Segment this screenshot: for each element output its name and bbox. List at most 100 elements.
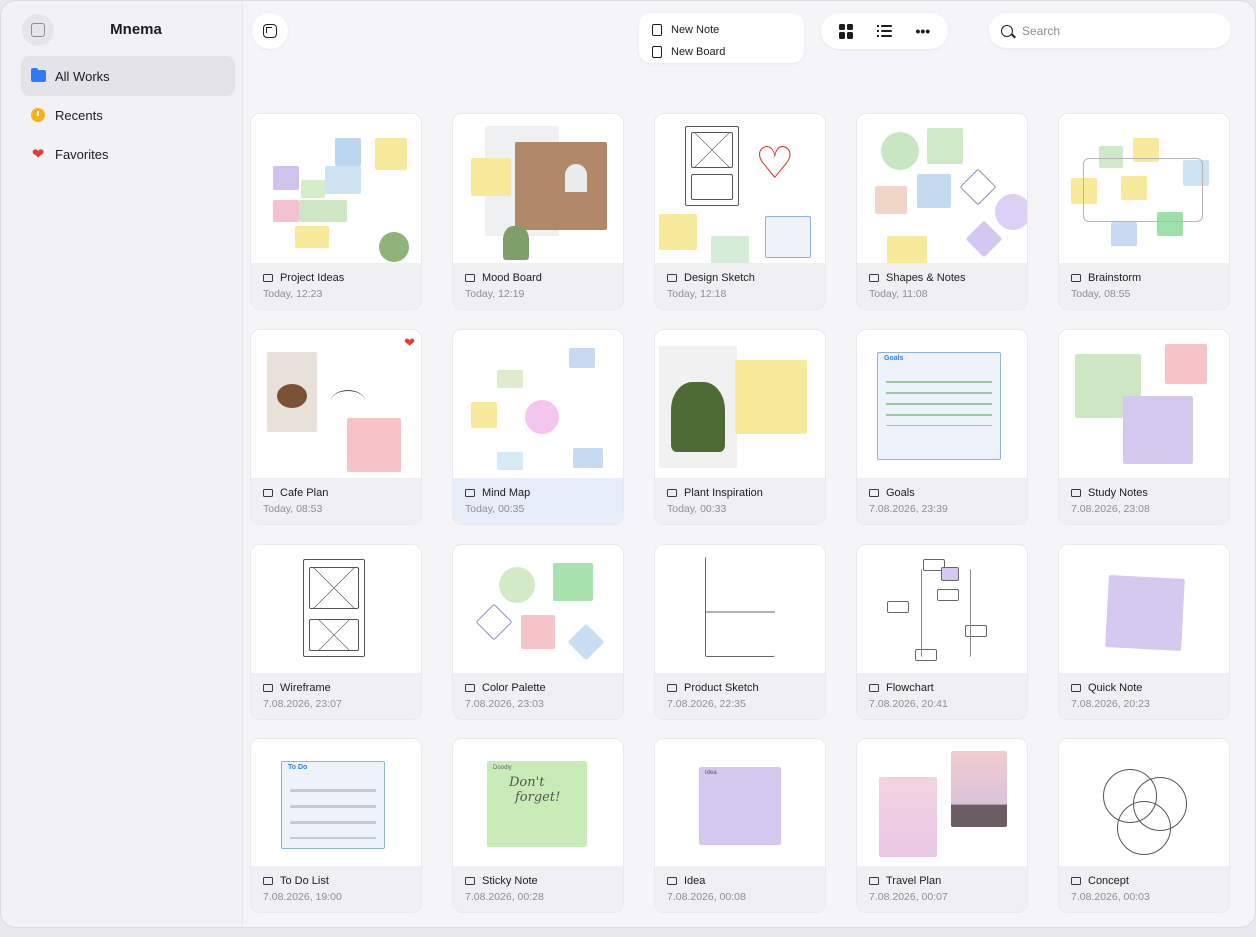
card-meta: Wireframe 7.08.2026, 23:07 [251, 673, 421, 719]
work-card-concept[interactable]: Concept 7.08.2026, 00:03 [1058, 738, 1230, 913]
card-date: 7.08.2026, 00:07 [869, 891, 948, 903]
goals-heading: Goals [884, 355, 904, 362]
sidebar-item-favorites[interactable]: ❤ Favorites [21, 134, 235, 174]
card-date: Today, 08:55 [1071, 288, 1131, 300]
card-meta: Design Sketch Today, 12:18 [655, 263, 825, 309]
work-card-brainstorm[interactable]: Brainstorm Today, 08:55 [1058, 113, 1230, 310]
sidebar-item-recents[interactable]: Recents [21, 95, 235, 135]
work-card-study-notes[interactable]: Study Notes 7.08.2026, 23:08 [1058, 329, 1230, 525]
grid-view-button[interactable] [831, 19, 861, 43]
new-board-item[interactable]: New Board [652, 41, 804, 63]
work-card-idea[interactable]: Idea Idea 7.08.2026, 00:08 [654, 738, 826, 913]
list-view-button[interactable] [869, 19, 899, 43]
work-card-cafe-plan[interactable]: ❤ Cafe Plan Today, 08:53 [250, 329, 422, 525]
favorite-heart-icon[interactable]: ❤ [404, 335, 415, 351]
card-thumbnail [1059, 114, 1229, 265]
card-date: 7.08.2026, 20:23 [1071, 698, 1150, 710]
work-card-goals[interactable]: Goals Goals 7.08.2026, 23:39 [856, 329, 1028, 525]
folder-icon [869, 684, 879, 692]
todo-heading: To Do [288, 764, 308, 771]
folder-icon [263, 877, 273, 885]
more-icon: ••• [915, 23, 931, 39]
card-meta: Travel Plan 7.08.2026, 00:07 [857, 866, 1027, 912]
card-date: Today, 12:23 [263, 288, 323, 300]
card-date: 7.08.2026, 20:41 [869, 698, 948, 710]
folder-icon [1071, 274, 1081, 282]
new-note-label: New Note [671, 24, 720, 36]
folder-icon [263, 489, 273, 497]
card-date: 7.08.2026, 19:00 [263, 891, 342, 903]
card-thumbnail: Doodly Don't forget! [453, 739, 623, 868]
card-thumbnail [453, 545, 623, 675]
card-date: Today, 00:35 [465, 503, 525, 515]
work-card-mood-board[interactable]: Mood Board Today, 12:19 [452, 113, 624, 310]
card-title: Concept [1088, 875, 1129, 887]
card-meta: Idea 7.08.2026, 00:08 [655, 866, 825, 912]
card-thumbnail [857, 739, 1027, 868]
card-thumbnail [453, 114, 623, 265]
card-date: Today, 08:53 [263, 503, 323, 515]
folder-icon [1071, 489, 1081, 497]
work-card-product-sketch[interactable]: Product Sketch 7.08.2026, 22:35 [654, 544, 826, 720]
card-thumbnail [251, 330, 421, 480]
card-date: 7.08.2026, 22:35 [667, 698, 746, 710]
work-card-color-palette[interactable]: Color Palette 7.08.2026, 23:03 [452, 544, 624, 720]
card-title: Study Notes [1088, 487, 1148, 499]
folder-icon [465, 274, 475, 282]
folder-icon [1071, 877, 1081, 885]
list-icon [876, 25, 892, 37]
work-card-quick-note[interactable]: Quick Note 7.08.2026, 20:23 [1058, 544, 1230, 720]
card-title: Project Ideas [280, 272, 345, 284]
sidebar-item-all-works[interactable]: All Works [21, 56, 235, 96]
card-thumbnail [251, 114, 421, 265]
sticky-line-2: forget! [515, 790, 561, 805]
card-meta: Shapes & Notes Today, 11:08 [857, 263, 1027, 309]
work-card-flowchart[interactable]: Flowchart 7.08.2026, 20:41 [856, 544, 1028, 720]
work-card-to-do-list[interactable]: To Do To Do List 7.08.2026, 19:00 [250, 738, 422, 913]
search-input[interactable] [1022, 23, 1202, 38]
folder-icon [869, 877, 879, 885]
new-menu: New Note New Board [639, 13, 804, 63]
card-meta: Goals 7.08.2026, 23:39 [857, 478, 1027, 524]
card-date: Today, 12:19 [465, 288, 525, 300]
new-note-item[interactable]: New Note [652, 19, 804, 41]
card-meta: Plant Inspiration Today, 00:33 [655, 478, 825, 524]
more-button[interactable]: ••• [908, 19, 938, 43]
app-title: Mnema [110, 21, 162, 38]
card-thumbnail [655, 330, 825, 480]
work-card-travel-plan[interactable]: Travel Plan 7.08.2026, 00:07 [856, 738, 1028, 913]
idea-heading: Idea [705, 770, 717, 776]
work-card-project-ideas[interactable]: Project Ideas Today, 12:23 [250, 113, 422, 310]
card-date: 7.08.2026, 23:39 [869, 503, 948, 515]
card-thumbnail [655, 545, 825, 675]
grid-icon [838, 23, 854, 39]
layout-button[interactable] [252, 13, 288, 49]
work-card-sticky-note[interactable]: Doodly Don't forget! Sticky Note 7.08.20… [452, 738, 624, 913]
folder-icon [30, 68, 46, 84]
work-card-shapes-notes[interactable]: Shapes & Notes Today, 11:08 [856, 113, 1028, 310]
work-card-wireframe[interactable]: Wireframe 7.08.2026, 23:07 [250, 544, 422, 720]
card-title: Sticky Note [482, 875, 538, 887]
card-thumbnail: Goals [857, 330, 1027, 480]
heart-icon: ❤ [31, 145, 45, 163]
card-thumbnail [251, 545, 421, 675]
search-bar [989, 13, 1231, 48]
folder-icon [465, 877, 475, 885]
new-board-label: New Board [671, 46, 726, 58]
layout-icon [263, 24, 277, 38]
card-title: Shapes & Notes [886, 272, 966, 284]
view-mode-group: ••• [821, 13, 948, 49]
card-title: Brainstorm [1088, 272, 1142, 284]
card-meta: Color Palette 7.08.2026, 23:03 [453, 673, 623, 719]
sidebar-item-label: All Works [55, 68, 110, 84]
work-card-design-sketch[interactable]: ♡ Design Sketch Today, 12:18 [654, 113, 826, 310]
card-title: Quick Note [1088, 682, 1143, 694]
folder-icon [465, 489, 475, 497]
card-title: Travel Plan [886, 875, 942, 887]
clock-icon [30, 107, 46, 123]
document-icon [652, 46, 662, 58]
work-card-plant-inspiration[interactable]: Plant Inspiration Today, 00:33 [654, 329, 826, 525]
card-meta: Concept 7.08.2026, 00:03 [1059, 866, 1229, 912]
work-card-mind-map[interactable]: Mind Map Today, 00:35 [452, 329, 624, 525]
main-area: New Note New Board ••• Project Ideas Tod… [244, 1, 1255, 927]
